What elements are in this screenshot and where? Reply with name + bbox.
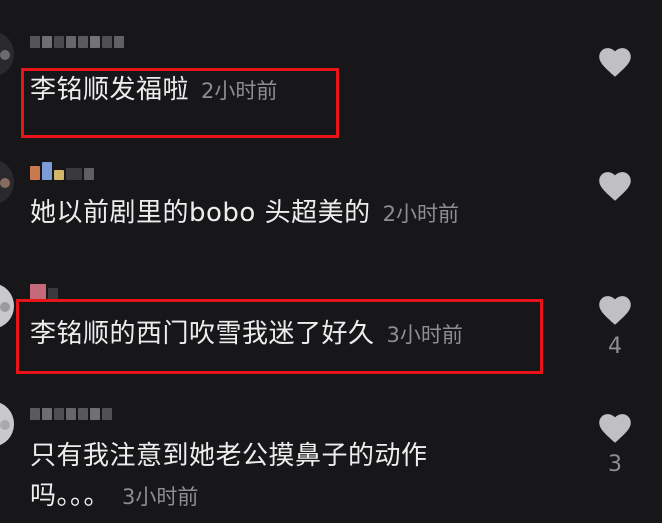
comment-body-line2: 吗。。。 [30,481,111,511]
heart-icon[interactable] [596,292,634,326]
comment-body: 她以前剧里的bobo 头超美的 [30,198,371,228]
like-button[interactable]: 3 [590,410,640,480]
like-count: 4 [608,334,622,359]
avatar[interactable] [0,160,14,204]
username-blurred[interactable] [30,160,94,180]
red-highlight-box [21,68,339,138]
like-count: 3 [608,452,622,477]
comment-text: 只有我注意到她老公摸鼻子的动作 [30,436,428,476]
heart-icon[interactable] [596,168,634,202]
avatar[interactable] [0,32,14,76]
username-blurred[interactable] [30,400,112,420]
username-blurred[interactable] [30,28,124,48]
comment-time: 3小时前 [122,485,199,509]
comment-time: 2小时前 [382,202,459,226]
comment-body-line1: 只有我注意到她老公摸鼻子的动作 [30,441,428,471]
username-blurred[interactable] [30,280,58,300]
avatar[interactable] [0,402,14,446]
comment-text: 她以前剧里的bobo 头超美的 2小时前 [30,193,459,234]
like-button[interactable] [590,44,640,78]
comment-text: 吗。。。 3小时前 [30,476,198,517]
heart-icon[interactable] [596,410,634,444]
like-button[interactable]: 4 [590,292,640,362]
like-button[interactable] [590,168,640,202]
red-highlight-box [16,299,543,374]
avatar[interactable] [0,284,14,328]
heart-icon[interactable] [596,44,634,78]
